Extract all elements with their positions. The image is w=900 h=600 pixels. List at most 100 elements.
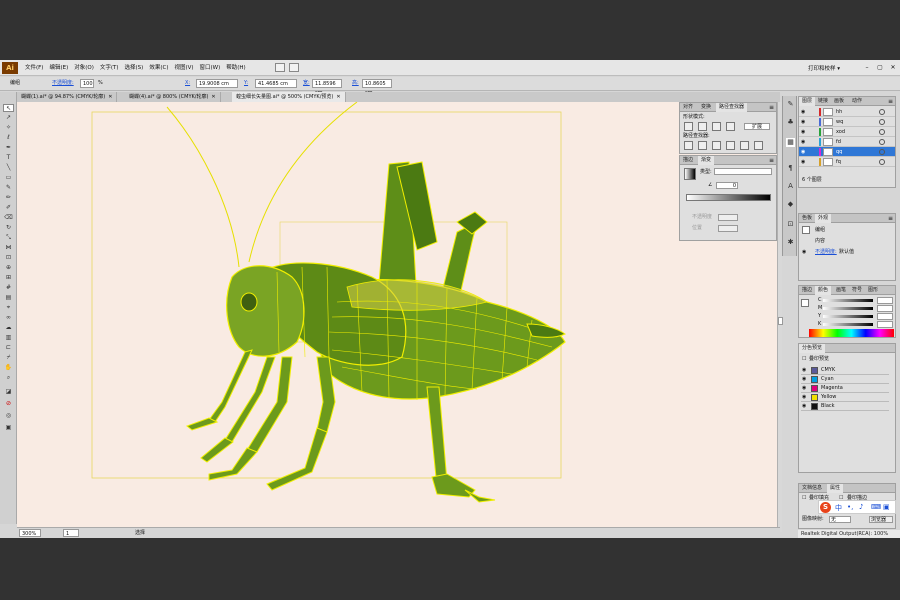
layer-row[interactable]: ◉ wq bbox=[799, 117, 895, 127]
separation-row[interactable]: ◉ Yellow bbox=[801, 393, 889, 402]
visibility-eye-icon[interactable]: ◉ bbox=[801, 129, 807, 135]
lasso-tool-icon[interactable]: ℓ bbox=[3, 134, 14, 142]
blend-tool-icon[interactable]: ∞ bbox=[3, 314, 14, 322]
keyboard-icon[interactable]: ⌨ bbox=[871, 503, 881, 511]
height-label[interactable]: 高: bbox=[352, 79, 359, 88]
menu-type[interactable]: 文字(T) bbox=[97, 64, 122, 72]
visibility-eye-icon[interactable]: ◉ bbox=[801, 119, 807, 125]
separation-row[interactable]: ◉ Black bbox=[801, 402, 889, 411]
trim-icon[interactable] bbox=[698, 141, 707, 150]
channel-c-slider[interactable] bbox=[823, 299, 873, 302]
channel-k-slider[interactable] bbox=[823, 323, 873, 326]
close-icon[interactable]: ✕ bbox=[336, 94, 340, 100]
merge-icon[interactable] bbox=[712, 141, 721, 150]
free-transform-tool-icon[interactable]: ⊡ bbox=[3, 254, 14, 262]
tab-layers[interactable]: 图层 bbox=[799, 97, 816, 106]
selection-tool-icon[interactable]: ↖ bbox=[3, 104, 14, 112]
y-label[interactable]: Y: bbox=[244, 79, 248, 88]
zoom-level[interactable]: 300% bbox=[19, 529, 41, 537]
pencil-tool-icon[interactable]: ✏ bbox=[3, 194, 14, 202]
symbol-panel-icon[interactable]: ♣ bbox=[786, 118, 795, 127]
symbol-sprayer-tool-icon[interactable]: ☁ bbox=[3, 324, 14, 332]
menu-select[interactable]: 选择(S) bbox=[122, 64, 147, 72]
scroll-thumb[interactable] bbox=[778, 317, 783, 325]
height-input[interactable]: 10.8605 cm bbox=[362, 79, 392, 96]
color-spectrum[interactable] bbox=[809, 329, 894, 337]
screen-mode-icon[interactable]: ▣ bbox=[3, 424, 14, 432]
tab-align[interactable]: 对齐 bbox=[680, 103, 696, 112]
info-icon[interactable]: ✱ bbox=[786, 238, 795, 247]
divide-icon[interactable] bbox=[684, 141, 693, 150]
gradient-thumbnail[interactable] bbox=[684, 168, 696, 180]
type-tool-icon[interactable]: T bbox=[3, 154, 14, 162]
close-icon[interactable]: ✕ bbox=[888, 63, 898, 72]
zoom-tool-icon[interactable]: ⌕ bbox=[3, 374, 14, 382]
target-icon[interactable] bbox=[879, 109, 885, 115]
panel-menu-icon[interactable]: ≡ bbox=[769, 103, 774, 112]
graph-tool-icon[interactable]: ▥ bbox=[3, 334, 14, 342]
fill-stroke-icon[interactable]: ◪ bbox=[3, 388, 14, 396]
rectangle-tool-icon[interactable]: ▭ bbox=[3, 174, 14, 182]
channel-m-input[interactable] bbox=[877, 305, 893, 312]
visibility-eye-icon[interactable]: ◉ bbox=[802, 366, 806, 375]
pen-tool-icon[interactable]: ✒ bbox=[3, 144, 14, 152]
tab-symbols[interactable]: 符号 bbox=[849, 286, 865, 295]
menu-edit[interactable]: 编辑(E) bbox=[46, 64, 71, 72]
tab-grasshopper[interactable]: 蝗虫细长矢量图.ai* @ 500% (CMYK/预览) ✕ bbox=[232, 92, 346, 102]
tab-stroke[interactable]: 描边 bbox=[680, 156, 696, 165]
menu-effect[interactable]: 效果(C) bbox=[146, 64, 171, 72]
menu-window[interactable]: 窗口(W) bbox=[197, 64, 224, 72]
skin-icon[interactable]: ▣ bbox=[883, 503, 890, 511]
outline-icon[interactable] bbox=[740, 141, 749, 150]
tab-transform[interactable]: 变换 bbox=[698, 103, 714, 112]
none-swatch-icon[interactable]: ⊘ bbox=[3, 400, 14, 408]
visibility-eye-icon[interactable]: ◉ bbox=[802, 384, 806, 393]
width-input[interactable]: 11.8596 cm bbox=[312, 79, 342, 96]
visibility-eye-icon[interactable]: ◉ bbox=[801, 149, 807, 155]
character-icon[interactable]: A bbox=[786, 182, 795, 191]
ime-mode[interactable]: 中 bbox=[835, 503, 842, 513]
slice-tool-icon[interactable]: ⌿ bbox=[3, 354, 14, 362]
paintbrush-tool-icon[interactable]: ✎ bbox=[3, 184, 14, 192]
channel-y-slider[interactable] bbox=[823, 315, 873, 318]
x-input[interactable]: 19.9008 cm bbox=[196, 79, 238, 88]
x-label[interactable]: X: bbox=[185, 79, 190, 88]
panel-menu-icon[interactable]: ≡ bbox=[888, 97, 893, 106]
perspective-grid-tool-icon[interactable]: ⊞ bbox=[3, 274, 14, 282]
draw-mode-icon[interactable]: ◎ bbox=[3, 412, 14, 420]
glyphs-icon[interactable]: ◆ bbox=[786, 200, 795, 209]
channel-k-input[interactable] bbox=[877, 321, 893, 328]
gradient-slider[interactable] bbox=[686, 194, 771, 201]
direct-selection-tool-icon[interactable]: ↗ bbox=[3, 114, 14, 122]
menu-help[interactable]: 帮助(H) bbox=[223, 64, 248, 72]
tab-appearance[interactable]: 外观 bbox=[815, 214, 832, 223]
minimize-icon[interactable]: – bbox=[862, 63, 872, 72]
layer-row[interactable]: ◉ hh bbox=[799, 107, 895, 117]
close-icon[interactable]: ✕ bbox=[108, 94, 112, 100]
mesh-tool-icon[interactable]: # bbox=[3, 284, 14, 292]
tab-graphic-styles[interactable]: 图形 bbox=[865, 286, 881, 295]
tab-separations[interactable]: 分色预览 bbox=[799, 344, 826, 353]
crop-icon[interactable] bbox=[726, 141, 735, 150]
menu-object[interactable]: 对象(O) bbox=[71, 64, 97, 72]
panel-menu-icon[interactable]: ≡ bbox=[888, 214, 893, 223]
gradient-opacity-input[interactable] bbox=[718, 214, 738, 221]
scale-tool-icon[interactable]: ⤡ bbox=[3, 234, 14, 242]
tab-butterfly-1[interactable]: 蝴蝶(1).ai* @ 94.87% (CMYK/轮廓) ✕ bbox=[17, 92, 118, 102]
bridge-icon[interactable] bbox=[275, 63, 285, 72]
target-icon[interactable] bbox=[879, 159, 885, 165]
tab-brushes[interactable]: 画笔 bbox=[833, 286, 849, 295]
layer-row[interactable]: ◉ fd bbox=[799, 137, 895, 147]
gradient-type-select[interactable] bbox=[714, 168, 772, 175]
unite-icon[interactable] bbox=[684, 122, 693, 131]
eyedropper-tool-icon[interactable]: ⌖ bbox=[3, 304, 14, 312]
image-map-select[interactable]: 无 bbox=[829, 516, 851, 523]
opacity-link[interactable]: 不透明度: bbox=[52, 79, 74, 88]
fill-swatch[interactable] bbox=[801, 299, 809, 307]
layer-row[interactable]: ◉ fq bbox=[799, 157, 895, 167]
brush-panel-icon[interactable]: ✎ bbox=[786, 100, 795, 109]
rotate-tool-icon[interactable]: ↻ bbox=[3, 224, 14, 232]
width-tool-icon[interactable]: ⋈ bbox=[3, 244, 14, 252]
panel-menu-icon[interactable]: ≡ bbox=[769, 156, 774, 165]
intersect-icon[interactable] bbox=[712, 122, 721, 131]
